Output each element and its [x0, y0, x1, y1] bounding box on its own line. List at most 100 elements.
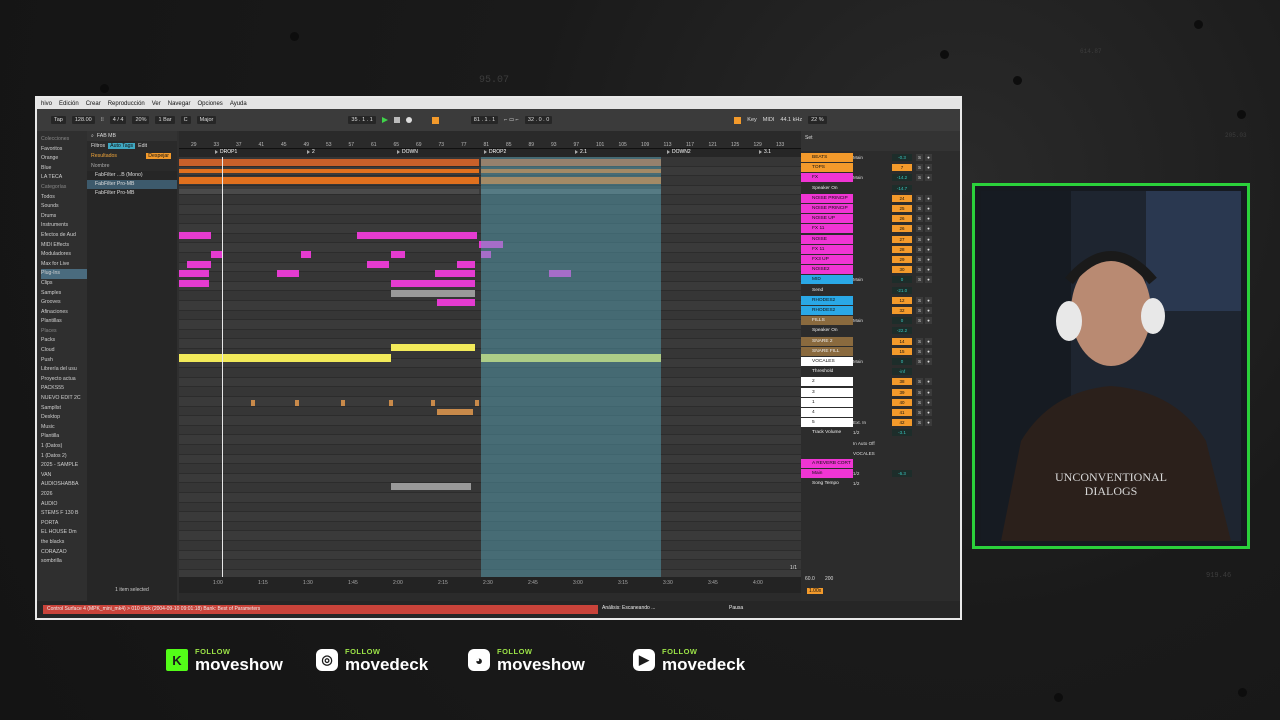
arm-button[interactable]: ●: [925, 347, 932, 355]
tempo-max[interactable]: 200: [825, 576, 833, 582]
key-select[interactable]: C: [180, 116, 191, 124]
menu-help[interactable]: Ayuda: [230, 101, 247, 107]
arm-button[interactable]: ●: [925, 225, 932, 233]
mixer-track-name[interactable]: Track Volume: [801, 428, 853, 438]
solo-button[interactable]: S: [916, 245, 923, 253]
browser-sidebar-item[interactable]: Instruments: [41, 221, 87, 231]
social-link[interactable]: K FOLLOW moveshow: [166, 648, 283, 673]
browser-sidebar-item[interactable]: EL HOUSE Dm: [41, 528, 87, 538]
locator-marker[interactable]: 2: [307, 149, 315, 155]
arrangement-clip[interactable]: [179, 177, 479, 184]
solo-button[interactable]: S: [916, 164, 923, 172]
filter-button[interactable]: Filtros: [91, 143, 105, 149]
track-activator[interactable]: 24: [892, 194, 912, 202]
browser-search[interactable]: ⌕ FAB MB: [87, 131, 177, 141]
volume-readout[interactable]: -6.3: [892, 470, 912, 478]
arm-button[interactable]: ●: [925, 245, 932, 253]
auto-tags-toggle[interactable]: Auto Tags: [108, 143, 136, 149]
browser-sidebar-item[interactable]: Todos: [41, 193, 87, 203]
solo-button[interactable]: S: [916, 215, 923, 223]
locator-marker[interactable]: DOWN2: [667, 149, 691, 155]
solo-button[interactable]: S: [916, 398, 923, 406]
volume-readout[interactable]: 0: [892, 276, 912, 284]
menu-navigate[interactable]: Navegar: [168, 101, 191, 107]
solo-button[interactable]: S: [916, 419, 923, 427]
locator-marker[interactable]: 3.1: [759, 149, 771, 155]
track-activator[interactable]: 41: [892, 409, 912, 416]
browser-sidebar-item[interactable]: Plantilla: [41, 432, 87, 442]
browser-sidebar-item[interactable]: VAN: [41, 471, 87, 481]
arrangement-clip[interactable]: [295, 400, 299, 406]
mixer-track-name[interactable]: Speaker On: [801, 183, 853, 193]
arm-button[interactable]: ●: [925, 276, 932, 284]
solo-button[interactable]: S: [916, 235, 923, 243]
loop-length-field[interactable]: 32 . 0 . 0: [524, 116, 553, 124]
mixer-track-name[interactable]: 2: [801, 377, 853, 387]
mixer-track-name[interactable]: 3: [801, 387, 853, 397]
mixer-track-name[interactable]: SNARE FILL: [801, 346, 853, 356]
track-routing-select[interactable]: Ext. In: [853, 418, 866, 427]
track-activator[interactable]: 14: [892, 337, 912, 345]
mixer-track-name[interactable]: A REVERB CORT: [801, 459, 853, 468]
mixer-track-name[interactable]: NOISE PRINCIP: [801, 204, 853, 213]
arrangement-clip[interactable]: [391, 344, 475, 351]
browser-sidebar-item[interactable]: LA TECA: [41, 173, 87, 183]
track-routing-select[interactable]: 1/2: [853, 428, 859, 437]
mixer-track-name[interactable]: [801, 438, 853, 448]
solo-button[interactable]: S: [916, 337, 923, 345]
arm-button[interactable]: ●: [925, 215, 932, 223]
zoom-level[interactable]: 1.00x: [807, 588, 824, 594]
track-activator[interactable]: 7: [892, 164, 912, 172]
browser-sidebar-item[interactable]: NUEVO EDIT 2C: [41, 394, 87, 404]
mixer-track-name[interactable]: FX 11: [801, 244, 853, 254]
browser-sidebar-item[interactable]: Sampllst: [41, 404, 87, 414]
arm-button[interactable]: ●: [925, 409, 932, 416]
track-activator[interactable]: 27: [892, 235, 912, 243]
mixer-track-name[interactable]: 4: [801, 408, 853, 417]
browser-sidebar-item[interactable]: Proyecto actua: [41, 375, 87, 385]
arm-button[interactable]: ●: [925, 194, 932, 202]
browser-sidebar-item[interactable]: AUDIOSHABBA: [41, 480, 87, 490]
volume-readout[interactable]: 0: [892, 317, 912, 325]
play-icon[interactable]: [381, 117, 388, 123]
mixer-track-name[interactable]: FILLS: [801, 316, 853, 326]
track-routing-select[interactable]: Main: [853, 316, 863, 325]
browser-sidebar-item[interactable]: Blue: [41, 164, 87, 174]
track-activator[interactable]: 39: [892, 388, 912, 396]
browser-sidebar-item[interactable]: Plantillas: [41, 317, 87, 327]
arrangement-clip[interactable]: [179, 189, 479, 194]
midi-map-label[interactable]: MIDI: [763, 117, 775, 123]
arrangement-clip[interactable]: [341, 400, 345, 406]
track-activator[interactable]: 26: [892, 225, 912, 233]
file-item[interactable]: FabFilter Pro-MB: [87, 180, 177, 189]
arrangement-clip[interactable]: [367, 261, 389, 268]
arrangement-clip[interactable]: [391, 280, 475, 287]
browser-sidebar-item[interactable]: sombrilla: [41, 557, 87, 567]
mixer-track-name[interactable]: NOISE: [801, 234, 853, 244]
browser-sidebar-item[interactable]: 1 (Datos 2): [41, 452, 87, 462]
arm-button[interactable]: ●: [925, 205, 932, 212]
social-link[interactable]: ◕ FOLLOW moveshow: [468, 648, 585, 673]
locator-marker[interactable]: DROP1: [215, 149, 237, 155]
solo-button[interactable]: S: [916, 194, 923, 202]
file-item[interactable]: FabFilter Pro-MB: [87, 189, 177, 198]
arrangement-clip[interactable]: [391, 251, 405, 258]
mixer-track-name[interactable]: NOISE UP: [801, 214, 853, 224]
arrangement-view[interactable]: 29 33 37 41 45 49 53 57 61 65 69 73 77 81 85 89 93 97 101 1…: [179, 131, 801, 593]
track-routing-select[interactable]: Main: [853, 357, 863, 366]
scale-select[interactable]: Major: [196, 116, 217, 124]
arrangement-clip[interactable]: [435, 270, 475, 277]
key-map-icon[interactable]: [734, 116, 742, 124]
solo-button[interactable]: S: [916, 266, 923, 274]
mixer-track-name[interactable]: FX3 UP: [801, 255, 853, 264]
metronome-icon[interactable]: ⁞⁞: [101, 117, 104, 123]
arrangement-clip[interactable]: [437, 409, 473, 415]
arrangement-clip[interactable]: [251, 400, 255, 406]
mixer-track-name[interactable]: Speaker On: [801, 326, 853, 336]
solo-button[interactable]: S: [916, 378, 923, 386]
locator-marker[interactable]: DROP2: [484, 149, 506, 155]
file-item[interactable]: FabFilter ...B (Mono): [87, 171, 177, 180]
browser-sidebar-item[interactable]: Desktop: [41, 413, 87, 423]
locator-marker[interactable]: 2.1: [575, 149, 587, 155]
arrangement-clip[interactable]: [391, 483, 471, 490]
